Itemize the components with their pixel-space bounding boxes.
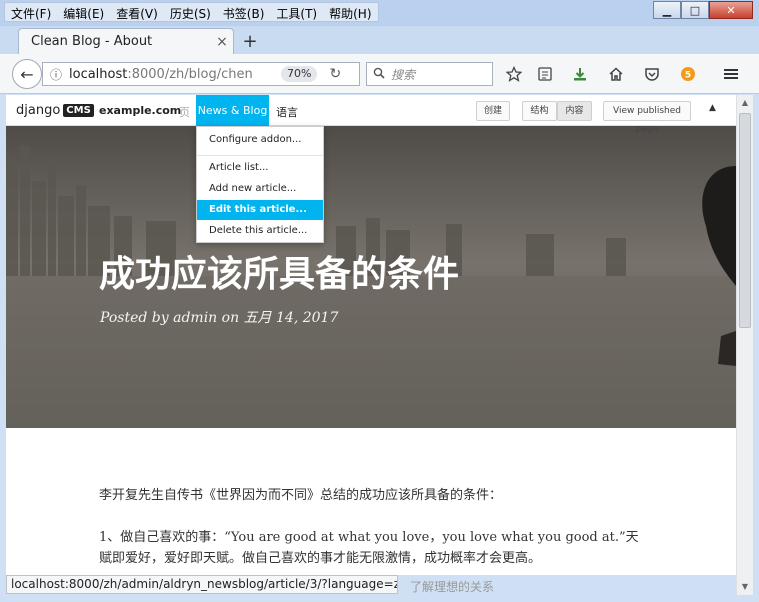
post-date: 五月 14, 2017 bbox=[243, 310, 339, 326]
menu-file[interactable]: 文件(F) bbox=[5, 3, 57, 21]
menu-bookmarks[interactable]: 书签(B) bbox=[217, 3, 271, 21]
svg-text:5: 5 bbox=[685, 71, 691, 81]
django-cms-logo[interactable]: django CMS bbox=[16, 103, 94, 118]
tab-strip: Clean Blog - About × + bbox=[0, 26, 759, 54]
menu-help[interactable]: 帮助(H) bbox=[323, 3, 377, 21]
window-bottom-border bbox=[0, 595, 759, 602]
url-path: :8000/zh/blog/cheng-g bbox=[127, 66, 253, 82]
delete-article-item[interactable]: Delete this article... bbox=[197, 221, 323, 241]
search-icon bbox=[373, 67, 385, 82]
article-list-item[interactable]: Article list... bbox=[197, 158, 323, 178]
language-menu[interactable]: 语言 bbox=[276, 104, 298, 120]
view-published-button[interactable]: View published page bbox=[603, 101, 691, 134]
vertical-scrollbar[interactable]: ▲ ▼ bbox=[736, 95, 753, 595]
url-bar[interactable]: ⓘ localhost:8000/zh/blog/cheng-g 70% ↻ bbox=[42, 62, 360, 86]
new-tab-button[interactable]: + bbox=[240, 31, 260, 52]
menu-view[interactable]: 查看(V) bbox=[110, 3, 164, 21]
site-info-icon[interactable]: ⓘ bbox=[43, 66, 69, 83]
close-window-button[interactable]: ✕ bbox=[709, 1, 753, 19]
cms-toolbar: django CMS example.com 页 News & Blog 语言 … bbox=[6, 95, 736, 134]
window-titlebar: 文件(F) 编辑(E) 查看(V) 历史(S) 书签(B) 工具(T) 帮助(H… bbox=[0, 0, 759, 26]
bookmark-star-icon[interactable] bbox=[503, 64, 525, 84]
article-title: 成功应该所具备的条件 bbox=[99, 254, 460, 295]
configure-addon-item[interactable]: Configure addon... bbox=[197, 130, 323, 150]
add-article-item[interactable]: Add new article... bbox=[197, 179, 323, 199]
window-controls: ▁ □ ✕ bbox=[653, 1, 753, 19]
article-body: 李开复先生自传书《世界因为而不同》总结的成功应该所具备的条件： 1、做自己喜欢的… bbox=[99, 485, 639, 575]
scroll-thumb[interactable] bbox=[739, 113, 751, 328]
zoom-indicator[interactable]: 70% bbox=[281, 66, 318, 82]
back-button[interactable]: ← bbox=[12, 59, 42, 89]
menu-edit[interactable]: 编辑(E) bbox=[57, 3, 110, 21]
create-button[interactable]: 创建 bbox=[476, 101, 510, 121]
scroll-down-arrow-icon[interactable]: ▼ bbox=[737, 579, 753, 595]
hamburger-menu-icon[interactable] bbox=[720, 64, 742, 84]
tab-title: Clean Blog - About bbox=[31, 34, 153, 49]
article-text-partial: 了解理想的关系 bbox=[410, 580, 495, 594]
reading-list-icon[interactable] bbox=[534, 64, 556, 84]
structure-button[interactable]: 结构 bbox=[522, 101, 557, 121]
download-icon[interactable] bbox=[569, 64, 591, 84]
on-label: on bbox=[221, 310, 240, 326]
page-viewport: 成功应该所具备的条件 Posted by admin on 五月 14, 201… bbox=[6, 95, 736, 575]
site-menu[interactable]: example.com bbox=[99, 104, 181, 117]
article-point-1: 1、做自己喜欢的事：“You are good at what you love… bbox=[99, 530, 639, 566]
menu-history[interactable]: 历史(S) bbox=[164, 3, 217, 21]
menu-tools[interactable]: 工具(T) bbox=[270, 3, 323, 21]
home-icon[interactable] bbox=[605, 64, 627, 84]
search-box[interactable]: 搜索 bbox=[366, 62, 493, 86]
edit-article-item[interactable]: Edit this article... bbox=[197, 200, 323, 220]
article-intro: 李开复先生自传书《世界因为而不同》总结的成功应该所具备的条件： bbox=[99, 488, 503, 503]
pocket-icon[interactable] bbox=[641, 64, 663, 84]
navigation-toolbar: ← ⓘ localhost:8000/zh/blog/cheng-g 70% ↻… bbox=[0, 54, 759, 94]
maximize-button[interactable]: □ bbox=[681, 1, 709, 19]
url-text[interactable]: localhost:8000/zh/blog/cheng-g bbox=[69, 67, 253, 82]
logo-badge: CMS bbox=[63, 104, 94, 117]
news-blog-menu[interactable]: News & Blog bbox=[196, 95, 269, 126]
tab-close-icon[interactable]: × bbox=[211, 34, 233, 50]
menu-divider bbox=[197, 155, 323, 156]
addon-extension-icon[interactable]: 5 bbox=[677, 64, 699, 84]
search-placeholder: 搜索 bbox=[391, 67, 416, 82]
menu-bar: 文件(F) 编辑(E) 查看(V) 历史(S) 书签(B) 工具(T) 帮助(H… bbox=[4, 2, 379, 22]
browser-tab[interactable]: Clean Blog - About × bbox=[18, 28, 234, 54]
page-menu[interactable]: 页 bbox=[179, 104, 190, 120]
hero-header: 成功应该所具备的条件 Posted by admin on 五月 14, 201… bbox=[6, 126, 736, 428]
reload-icon[interactable]: ↻ bbox=[329, 66, 341, 82]
collapse-toolbar-icon[interactable]: ▲ bbox=[709, 103, 716, 113]
news-blog-dropdown: Configure addon... Article list... Add n… bbox=[196, 126, 324, 243]
author-link[interactable]: admin bbox=[173, 310, 217, 326]
url-host: localhost bbox=[69, 66, 128, 82]
scroll-up-arrow-icon[interactable]: ▲ bbox=[737, 95, 753, 111]
minimize-button[interactable]: ▁ bbox=[653, 1, 681, 19]
content-button[interactable]: 内容 bbox=[557, 101, 592, 121]
article-meta: Posted by admin on 五月 14, 2017 bbox=[100, 307, 338, 327]
status-bar-url: localhost:8000/zh/admin/aldryn_newsblog/… bbox=[6, 575, 398, 594]
logo-text: django bbox=[16, 103, 61, 118]
posted-by-label: Posted by bbox=[100, 310, 169, 326]
